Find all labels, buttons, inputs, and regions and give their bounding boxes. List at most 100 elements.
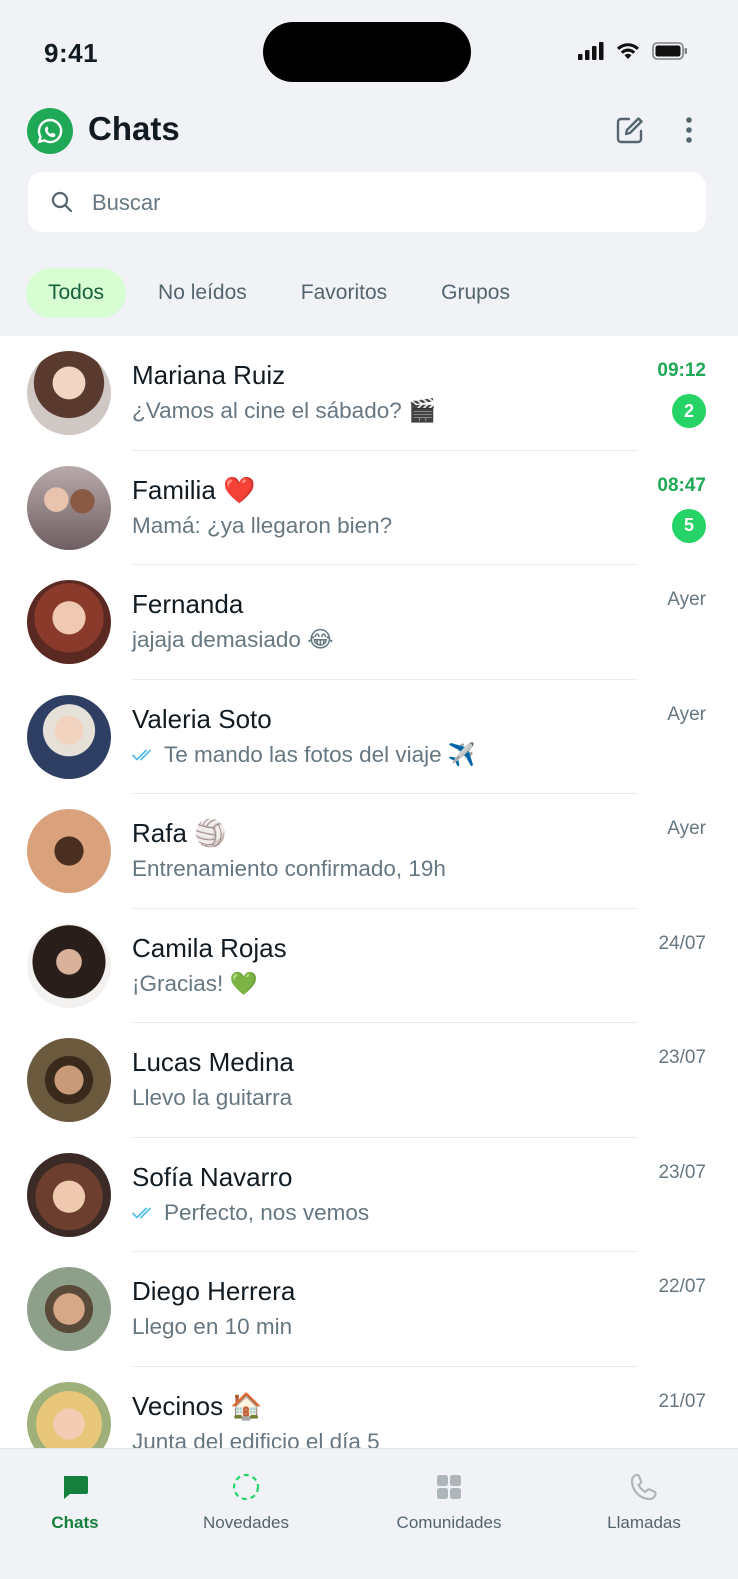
dynamic-island	[263, 22, 471, 82]
chat-name: Fernanda	[132, 589, 244, 619]
chat-preview: Junta del edificio el día 5	[132, 1429, 380, 1449]
avatar	[27, 1267, 111, 1351]
chat-row[interactable]: Familia ❤️ Mamá: ¿ya llegaron bien? 08:4…	[0, 451, 738, 565]
chat-bubble-icon	[59, 1471, 91, 1503]
avatar	[27, 809, 111, 893]
nav-tab-novedades[interactable]: Novedades	[166, 1449, 326, 1549]
chat-preview-text: Junta del edificio el día 5	[132, 1428, 380, 1449]
avatar	[27, 694, 111, 779]
chat-name: Vecinos 🏠	[132, 1390, 263, 1421]
chat-preview: ¿Vamos al cine el sábado? 🎬	[132, 398, 436, 424]
chat-time: 23/07	[658, 1047, 706, 1068]
chat-name: Sofía Navarro	[132, 1161, 293, 1192]
avatar	[27, 1381, 111, 1448]
chat-row[interactable]: Valeria Soto Te mando las fotos del viaj…	[0, 680, 738, 794]
compose-icon	[616, 117, 643, 144]
chat-time: Ayer	[667, 589, 706, 610]
page-title: Chats	[88, 110, 180, 147]
signal-icon	[578, 42, 604, 60]
chat-preview-text: Llevo la guitarra	[132, 1085, 293, 1110]
chat-row[interactable]: Fernanda jajaja demasiado 😂 Ayer	[0, 565, 738, 680]
search-bar[interactable]	[28, 172, 706, 234]
chat-list: Mariana Ruiz ¿Vamos al cine el sábado? 🎬…	[0, 336, 738, 1448]
chat-name: Mariana Ruiz	[132, 360, 286, 390]
nav-label-chats: Chats	[51, 1513, 99, 1532]
chat-row[interactable]: Lucas Medina Llevo la guitarra 23/07	[0, 1023, 738, 1138]
chat-preview-text: ¡Gracias! 💚	[132, 970, 258, 996]
status-ring-icon	[230, 1471, 262, 1503]
nav-tab-llamadas[interactable]: Llamadas	[564, 1449, 724, 1549]
chat-preview: Llego en 10 min	[132, 1314, 292, 1340]
chat-name: Valeria Soto	[132, 703, 272, 734]
filter-chip-todos[interactable]: Todos	[26, 268, 127, 318]
app-header: Chats	[0, 108, 738, 158]
battery-icon	[652, 42, 687, 60]
phone-icon	[628, 1471, 660, 1503]
chat-row[interactable]: Vecinos 🏠 Junta del edificio el día 5 21…	[0, 1367, 738, 1449]
chat-name: Camila Rojas	[132, 932, 287, 963]
chat-time: 22/07	[658, 1276, 706, 1297]
chat-name: Lucas Medina	[132, 1047, 294, 1077]
chat-preview-text: jajaja demasiado 😂	[132, 627, 334, 652]
status-time: 9:41	[44, 38, 99, 68]
chat-time: Ayer	[667, 703, 706, 725]
chat-time: 23/07	[658, 1161, 706, 1183]
filter-chips: Todos No leídos Favoritos Grupos	[26, 268, 532, 318]
read-ticks-icon	[132, 749, 151, 760]
chat-preview: jajaja demasiado 😂	[132, 627, 333, 653]
avatar	[27, 1038, 111, 1122]
avatar	[27, 1152, 111, 1237]
chat-row[interactable]: Mariana Ruiz ¿Vamos al cine el sábado? 🎬…	[0, 336, 738, 451]
chat-time: 24/07	[658, 932, 706, 954]
chat-row[interactable]: Sofía Navarro Perfecto, nos vemos 23/07	[0, 1138, 738, 1252]
avatar	[27, 465, 111, 550]
chat-row[interactable]: Diego Herrera Llego en 10 min 22/07	[0, 1252, 738, 1367]
chat-preview-text: ¿Vamos al cine el sábado? 🎬	[132, 398, 437, 423]
avatar	[27, 351, 111, 435]
search-icon	[51, 191, 73, 213]
bottom-nav: Chats Novedades Comunidades Llamadas	[0, 1448, 738, 1579]
unread-badge: 5	[672, 508, 706, 543]
chat-preview-text: Te mando las fotos del viaje ✈️	[164, 741, 476, 767]
nav-tab-chats[interactable]: Chats	[0, 1449, 155, 1549]
chat-preview: Llevo la guitarra	[132, 1085, 292, 1111]
chat-preview: Mamá: ¿ya llegaron bien?	[132, 513, 392, 539]
chat-time: Ayer	[667, 818, 706, 839]
filter-chip-no-leidos[interactable]: No leídos	[136, 268, 269, 318]
chat-time: 09:12	[657, 360, 706, 381]
chat-preview: Te mando las fotos del viaje ✈️	[132, 742, 476, 768]
filter-chip-favoritos[interactable]: Favoritos	[279, 268, 409, 318]
whatsapp-logo-icon	[27, 108, 73, 154]
chat-preview: ¡Gracias! 💚	[132, 971, 258, 997]
more-vertical-icon	[686, 117, 692, 143]
chat-preview-text: Perfecto, nos vemos	[164, 1199, 370, 1225]
more-options-button[interactable]	[674, 112, 704, 148]
read-ticks-icon	[132, 1207, 151, 1218]
wifi-icon	[617, 43, 639, 59]
chat-name: Familia ❤️	[132, 474, 256, 505]
avatar	[27, 923, 111, 1008]
chat-preview: Perfecto, nos vemos	[132, 1200, 369, 1226]
communities-icon	[433, 1471, 465, 1503]
nav-tab-comunidades[interactable]: Comunidades	[369, 1449, 529, 1549]
chat-time: 21/07	[658, 1390, 706, 1412]
chat-row[interactable]: Rafa 🏐 Entrenamiento confirmado, 19h Aye…	[0, 794, 738, 909]
chat-name: Diego Herrera	[132, 1276, 296, 1306]
chat-preview-text: Entrenamiento confirmado, 19h	[132, 856, 446, 881]
avatar	[27, 580, 111, 664]
chat-row[interactable]: Camila Rojas ¡Gracias! 💚 24/07	[0, 909, 738, 1023]
filter-chip-grupos[interactable]: Grupos	[419, 268, 532, 318]
search-input[interactable]	[90, 172, 684, 234]
nav-label-comunidades: Comunidades	[396, 1513, 502, 1532]
chat-preview-text: Llego en 10 min	[132, 1314, 293, 1339]
nav-label-llamadas: Llamadas	[607, 1513, 681, 1532]
chat-name: Rafa 🏐	[132, 818, 227, 848]
nav-label-novedades: Novedades	[202, 1513, 289, 1532]
chat-time: 08:47	[657, 474, 706, 496]
new-chat-button[interactable]	[612, 112, 648, 148]
chat-preview-text: Mamá: ¿ya llegaron bien?	[132, 512, 393, 538]
status-icons	[578, 42, 688, 60]
status-bar: 9:41	[0, 0, 738, 110]
unread-badge: 2	[672, 394, 706, 428]
chat-preview: Entrenamiento confirmado, 19h	[132, 856, 446, 882]
